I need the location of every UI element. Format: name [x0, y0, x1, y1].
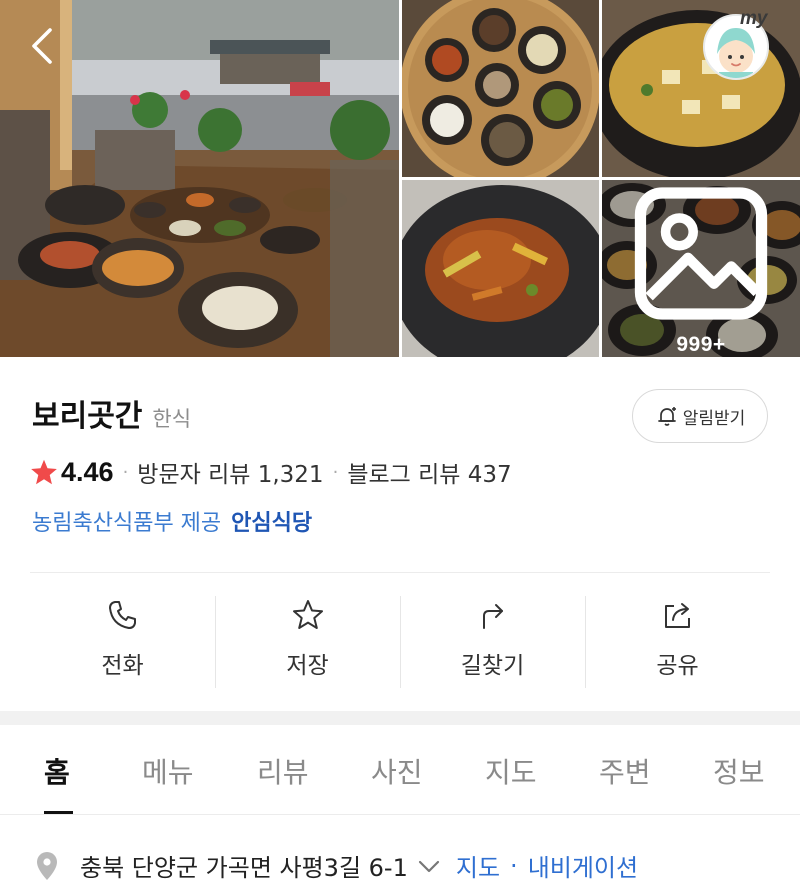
save-button[interactable]: 저장 [215, 590, 400, 690]
tab-home[interactable]: 홈 [44, 751, 70, 791]
share-button[interactable]: 공유 [585, 590, 770, 690]
more-photos-overlay: 999+ [602, 180, 800, 357]
navigation-link[interactable]: 내비게이션 [528, 848, 638, 883]
dot-separator: · [122, 461, 129, 483]
share-label: 공유 [656, 653, 699, 679]
back-button[interactable] [26, 26, 62, 66]
star-filled-icon [31, 459, 57, 485]
section-divider [0, 711, 800, 725]
link-separator: · [510, 851, 518, 880]
tab-reviews[interactable]: 리뷰 [257, 751, 309, 791]
bulgogi-photo[interactable] [402, 180, 599, 357]
place-name: 보리곳간 [32, 399, 143, 434]
share-icon [664, 603, 690, 628]
more-photos[interactable]: 999+ [602, 180, 800, 357]
directions-button[interactable]: 길찾기 [400, 590, 585, 690]
rating-value: 4.46 [61, 456, 114, 487]
provider-text: 농림축산식품부 제공 [32, 511, 222, 536]
directions-icon [482, 604, 503, 629]
tab-bar: 홈 메뉴 리뷰 사진 지도 주변 정보 [0, 725, 800, 815]
phone-icon [108, 601, 136, 629]
tab-photos[interactable]: 사진 [371, 751, 423, 791]
tab-nearby[interactable]: 주변 [599, 751, 651, 791]
action-bar: 전화 저장 길찾기 공유 [30, 590, 770, 690]
tab-map[interactable]: 지도 [485, 751, 537, 791]
alarm-subscribe-button[interactable]: 알림받기 [632, 389, 768, 443]
bell-plus-icon [657, 407, 676, 426]
dot-separator: · [332, 461, 339, 483]
chevron-down-icon[interactable] [416, 856, 442, 876]
map-link[interactable]: 지도 [456, 848, 500, 883]
tab-info[interactable]: 정보 [713, 751, 765, 791]
address-text: 충북 단양군 가곡면 사평3길 6-1 [80, 854, 408, 882]
safe-restaurant-badge[interactable]: 안심식당 [231, 505, 312, 537]
call-label: 전화 [101, 653, 144, 679]
directions-label: 길찾기 [460, 653, 525, 679]
photo-gallery: 999+ my [0, 0, 800, 357]
provider-row: 농림축산식품부 제공 안심식당 [32, 505, 312, 537]
place-category: 한식 [152, 407, 192, 431]
divider [30, 572, 770, 573]
star-outline-icon [292, 600, 323, 629]
more-photos-count: 999+ [676, 333, 726, 356]
blog-reviews-link[interactable]: 블로그 리뷰 437 [347, 455, 511, 489]
tab-menu[interactable]: 메뉴 [142, 751, 194, 791]
my-profile-button[interactable]: my [700, 8, 776, 82]
address-row: 충북 단양군 가곡면 사평3길 6-1 지도 · 내비게이션 [34, 848, 638, 883]
my-label: my [740, 8, 768, 29]
alarm-label: 알림받기 [682, 408, 746, 429]
stats-row: 4.46 · 방문자 리뷰 1,321 · 블로그 리뷰 437 [30, 455, 512, 489]
active-tab-indicator [44, 811, 73, 814]
place-title-row: 보리곳간 한식 [32, 391, 191, 435]
call-button[interactable]: 전화 [30, 590, 215, 690]
save-label: 저장 [286, 653, 329, 679]
visitor-reviews-link[interactable]: 방문자 리뷰 1,321 [137, 455, 323, 489]
side-dishes-photo[interactable] [402, 0, 599, 177]
image-icon [634, 187, 768, 320]
chevron-left-icon [32, 28, 52, 64]
location-pin-icon [37, 851, 57, 880]
